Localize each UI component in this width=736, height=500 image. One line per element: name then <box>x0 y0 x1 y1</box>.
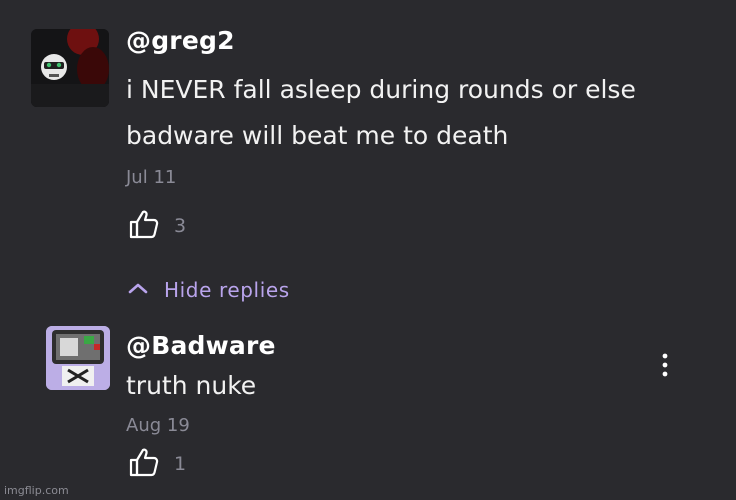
like-row: 3 <box>128 208 186 244</box>
imgflip-watermark: imgflip.com <box>4 484 69 497</box>
comment-text-line-1: i NEVER fall asleep during rounds or els… <box>126 75 636 104</box>
greg2-avatar-icon <box>31 29 109 107</box>
reply-date: Aug 19 <box>126 415 190 436</box>
badware-avatar-icon <box>46 326 110 390</box>
hide-replies-label: Hide replies <box>164 278 290 302</box>
hide-replies-button[interactable]: Hide replies <box>126 278 290 302</box>
comment-date: Jul 11 <box>126 167 177 188</box>
more-vert-icon[interactable] <box>655 352 675 378</box>
comment-username[interactable]: @greg2 <box>126 26 235 55</box>
like-count: 3 <box>174 215 187 237</box>
avatar-greg2[interactable] <box>31 29 109 107</box>
thumbs-up-icon[interactable] <box>128 446 160 482</box>
reply-like-row: 1 <box>128 446 186 482</box>
reply-text: truth nuke <box>126 371 257 400</box>
avatar-badware[interactable] <box>46 326 110 390</box>
reply-like-count: 1 <box>174 453 187 475</box>
chevron-up-icon <box>126 280 150 300</box>
comment-text-line-2: badware will beat me to death <box>126 121 509 150</box>
thumbs-up-icon[interactable] <box>128 208 160 244</box>
reply-username[interactable]: @Badware <box>126 331 276 360</box>
